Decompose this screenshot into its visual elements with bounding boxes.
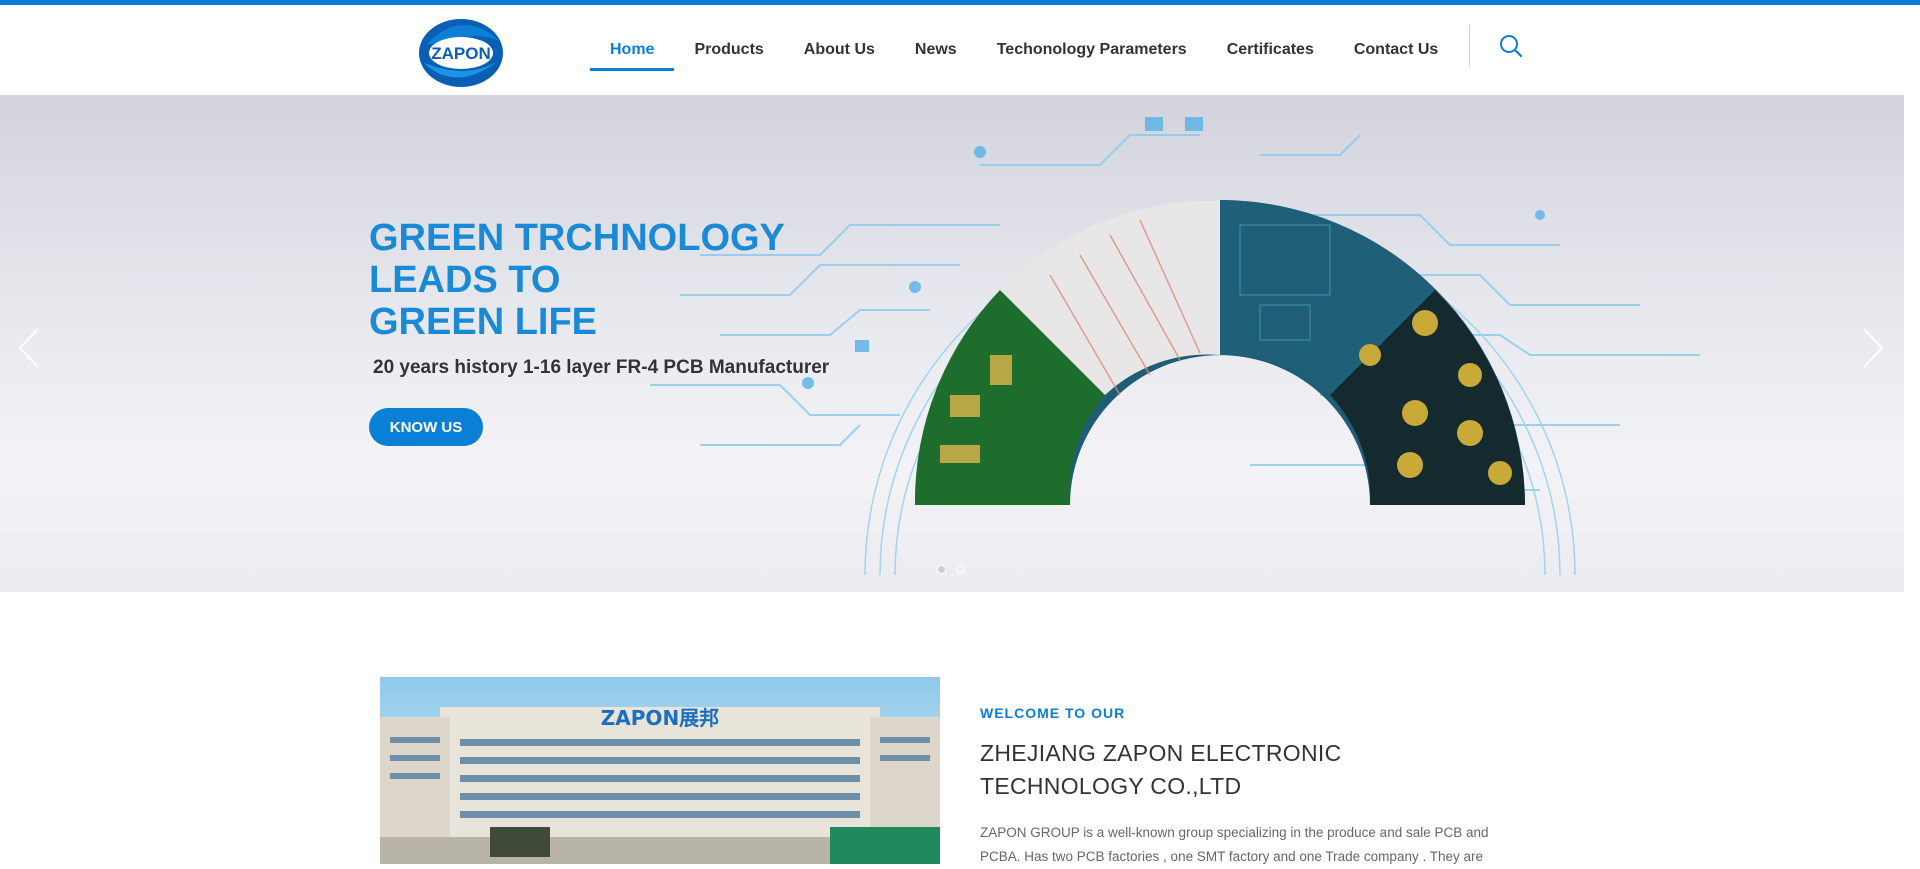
nav-certificates[interactable]: Certificates <box>1207 5 1334 95</box>
hero-title-line: GREEN TRCHNOLOGY <box>369 217 785 259</box>
company-name-line: ZHEJIANG ZAPON ELECTRONIC <box>980 740 1342 766</box>
know-us-button[interactable]: KNOW US <box>369 408 483 446</box>
nav-divider <box>1469 25 1470 67</box>
nav-products[interactable]: Products <box>674 5 783 95</box>
company-building-image: ZAPON展邦 <box>380 677 940 864</box>
hero-title-line: GREEN LIFE <box>369 301 598 343</box>
hero-title-line: LEADS TO <box>369 259 561 301</box>
about-section: WELCOME TO OUR ZHEJIANG ZAPON ELECTRONIC… <box>980 705 1520 869</box>
chevron-left-icon[interactable] <box>14 323 44 373</box>
circuit-pcb-illustration <box>650 117 1700 576</box>
chevron-right-icon[interactable] <box>1858 323 1888 373</box>
main-nav: Home Products About Us News Techonology … <box>590 5 1458 95</box>
hero-slider: GREEN TRCHNOLOGY LEADS TO GREEN LIFE 20 … <box>0 95 1904 592</box>
welcome-eyebrow: WELCOME TO OUR <box>980 705 1126 721</box>
site-header: ZAPON Home Products About Us News Techon… <box>0 5 1920 95</box>
search-icon[interactable] <box>1496 31 1526 61</box>
nav-technology-parameters[interactable]: Techonology Parameters <box>977 5 1207 95</box>
nav-contact-us[interactable]: Contact Us <box>1334 5 1458 95</box>
nav-news[interactable]: News <box>895 5 977 95</box>
zapon-logo[interactable]: ZAPON <box>416 15 506 89</box>
slider-dot-2[interactable] <box>956 565 965 574</box>
hero-subtitle: 20 years history 1-16 layer FR-4 PCB Man… <box>373 357 830 378</box>
slider-pagination <box>937 565 965 574</box>
slider-dot-1[interactable] <box>937 565 946 574</box>
company-name: ZHEJIANG ZAPON ELECTRONIC TECHNOLOGY CO.… <box>980 737 1520 803</box>
hero-title: GREEN TRCHNOLOGY LEADS TO GREEN LIFE <box>369 217 889 343</box>
svg-text:ZAPON: ZAPON <box>431 44 491 63</box>
nav-about-us[interactable]: About Us <box>784 5 895 95</box>
nav-home[interactable]: Home <box>590 5 675 95</box>
company-name-line: TECHNOLOGY CO.,LTD <box>980 773 1242 799</box>
company-description: ZAPON GROUP is a well-known group specia… <box>980 825 1489 864</box>
building-sign: ZAPON展邦 <box>601 706 719 730</box>
